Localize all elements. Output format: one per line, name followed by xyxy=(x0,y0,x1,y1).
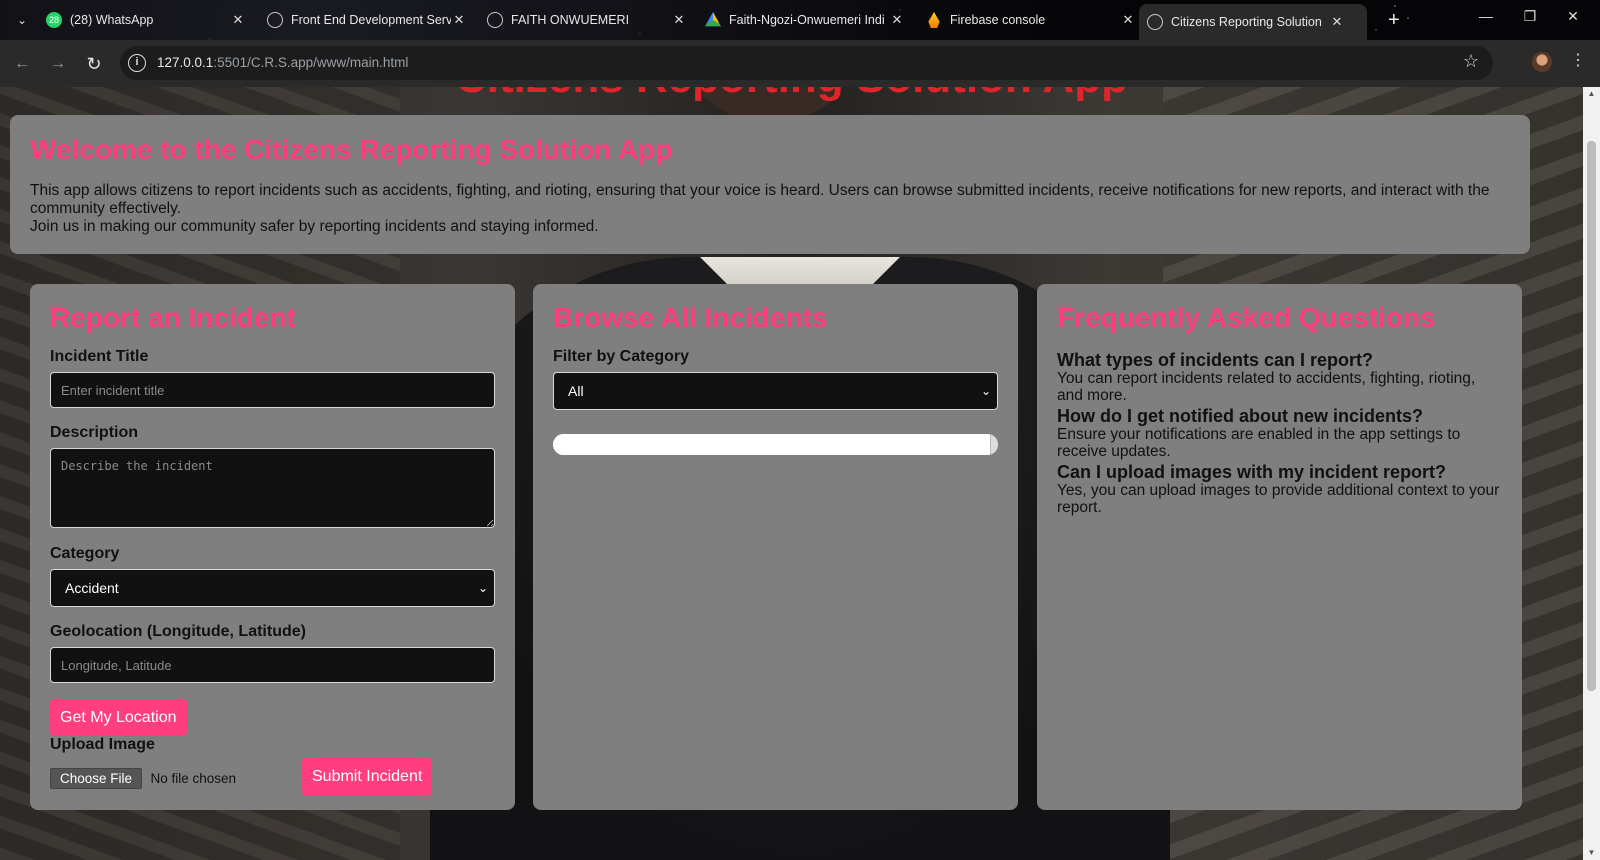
description-textarea[interactable] xyxy=(50,448,495,528)
faq-card: Frequently Asked Questions What types of… xyxy=(1037,284,1522,810)
close-tab-icon[interactable]: ✕ xyxy=(451,12,467,28)
welcome-section: Welcome to the Citizens Reporting Soluti… xyxy=(10,115,1530,254)
choose-file-button[interactable]: Choose File xyxy=(50,768,143,789)
category-selected-value: Accident xyxy=(65,580,119,596)
report-incident-card: Report an Incident Incident Title Descri… xyxy=(30,284,515,810)
new-tab-icon[interactable]: + xyxy=(1388,9,1400,31)
tab-whatsapp[interactable]: 28 (28) WhatsApp ✕ xyxy=(46,8,246,32)
scroll-down-arrow-icon[interactable]: ▼ xyxy=(1583,846,1600,860)
scroll-up-arrow-icon[interactable]: ▲ xyxy=(1583,87,1600,101)
tab-strip: ⌄ 28 (28) WhatsApp ✕ Front End Developme… xyxy=(0,0,1600,40)
bookmark-star-icon[interactable]: ☆ xyxy=(1463,51,1479,72)
browser-toolbar: ← → ↻ i 127.0.0.1:5501/C.R.S.app/www/mai… xyxy=(0,40,1600,87)
upload-row: Choose File No file chosen Submit Incide… xyxy=(50,754,495,795)
address-bar[interactable]: i 127.0.0.1:5501/C.R.S.app/www/main.html… xyxy=(120,46,1493,80)
tab-title: (28) WhatsApp xyxy=(70,13,154,27)
close-tab-icon[interactable]: ✕ xyxy=(1329,14,1345,30)
faq-answer: Ensure your notifications are enabled in… xyxy=(1057,426,1461,460)
incident-title-label: Incident Title xyxy=(50,348,149,365)
globe-icon xyxy=(1147,14,1163,30)
welcome-title: Welcome to the Citizens Reporting Soluti… xyxy=(30,134,673,165)
filter-category-select[interactable]: All ⌄ xyxy=(553,372,998,410)
faq-answer: Yes, you can upload images to provide ad… xyxy=(1057,482,1500,516)
report-title: Report an Incident xyxy=(50,302,296,333)
tab-faith-onwuemeri[interactable]: FAITH ONWUEMERI ✕ xyxy=(487,8,687,32)
tab-title: Faith-Ngozi-Onwuemeri Indi xyxy=(729,13,885,27)
browser-menu-icon[interactable]: ⋮ xyxy=(1570,50,1586,70)
faq-question: Can I upload images with my incident rep… xyxy=(1057,462,1447,482)
restore-icon[interactable]: ❐ xyxy=(1515,8,1545,25)
tab-search-chevron-icon[interactable]: ⌄ xyxy=(12,10,32,30)
browser-chrome: ⌄ 28 (28) WhatsApp ✕ Front End Developme… xyxy=(0,0,1600,87)
tab-google-drive[interactable]: Faith-Ngozi-Onwuemeri Indi ✕ xyxy=(705,8,905,32)
welcome-cta: Join us in making our community safer by… xyxy=(30,218,599,235)
back-icon[interactable]: ← xyxy=(10,52,34,76)
file-input[interactable]: Choose File No file chosen xyxy=(50,768,236,789)
category-select[interactable]: Accident ⌄ xyxy=(50,569,495,607)
faq-title: Frequently Asked Questions xyxy=(1057,302,1436,333)
upload-image-label: Upload Image xyxy=(50,736,155,753)
get-location-button[interactable]: Get My Location xyxy=(50,699,187,736)
chevron-down-icon: ⌄ xyxy=(980,384,991,398)
filter-selected-value: All xyxy=(568,383,584,399)
tab-firebase-console[interactable]: Firebase console ✕ xyxy=(926,8,1136,32)
globe-icon xyxy=(487,12,503,28)
tab-title: Firebase console xyxy=(950,13,1046,27)
minimize-icon[interactable]: — xyxy=(1471,8,1501,24)
page-viewport: Citizens Reporting Solution App Welcome … xyxy=(0,87,1583,860)
site-info-icon[interactable]: i xyxy=(128,54,146,72)
tab-citizens-reporting[interactable]: Citizens Reporting Solution ✕ xyxy=(1139,4,1367,40)
forward-icon[interactable]: → xyxy=(46,52,70,76)
faq-answer: You can report incidents related to acci… xyxy=(1057,370,1476,404)
chevron-down-icon: ⌄ xyxy=(477,581,488,595)
close-tab-icon[interactable]: ✕ xyxy=(671,12,687,28)
close-window-icon[interactable]: ✕ xyxy=(1558,8,1588,25)
faq-item: How do I get notified about new incident… xyxy=(1057,406,1502,460)
page-scrollbar[interactable]: ▲ ▼ xyxy=(1583,87,1600,860)
url-text[interactable]: 127.0.0.1:5501/C.R.S.app/www/main.html xyxy=(157,55,408,70)
browse-title: Browse All Incidents xyxy=(553,302,828,333)
loading-bar-track xyxy=(990,434,998,455)
google-drive-icon xyxy=(705,12,721,27)
tab-title: Citizens Reporting Solution xyxy=(1171,15,1322,29)
close-tab-icon[interactable]: ✕ xyxy=(889,12,905,28)
whatsapp-icon: 28 xyxy=(46,12,62,28)
category-label: Category xyxy=(50,545,120,562)
tab-title: Front End Development Serv xyxy=(291,13,451,27)
close-tab-icon[interactable]: ✕ xyxy=(230,12,246,28)
firebase-icon xyxy=(928,12,940,28)
no-file-chosen-text: No file chosen xyxy=(150,771,237,786)
browse-incidents-card: Browse All Incidents Filter by Category … xyxy=(533,284,1018,810)
page-header-title: Citizens Reporting Solution App xyxy=(0,87,1583,103)
description-label: Description xyxy=(50,424,139,441)
faq-item: Can I upload images with my incident rep… xyxy=(1057,462,1502,516)
profile-avatar[interactable] xyxy=(1532,52,1552,72)
filter-category-label: Filter by Category xyxy=(553,348,690,365)
geolocation-label: Geolocation (Longitude, Latitude) xyxy=(50,623,306,640)
faq-question: What types of incidents can I report? xyxy=(1057,350,1374,370)
submit-incident-button[interactable]: Submit Incident xyxy=(302,758,433,795)
faq-question: How do I get notified about new incident… xyxy=(1057,406,1423,426)
welcome-description: This app allows citizens to report incid… xyxy=(30,182,1490,217)
close-tab-icon[interactable]: ✕ xyxy=(1120,12,1136,28)
incident-title-input[interactable] xyxy=(50,372,495,408)
incidents-loading-bar xyxy=(553,434,998,455)
reload-icon[interactable]: ↻ xyxy=(82,52,106,76)
scrollbar-thumb[interactable] xyxy=(1587,141,1596,691)
tab-title: FAITH ONWUEMERI xyxy=(511,13,630,27)
loading-bar-fill xyxy=(553,434,990,455)
geolocation-input[interactable] xyxy=(50,647,495,683)
openai-icon xyxy=(267,12,283,28)
faq-item: What types of incidents can I report? Yo… xyxy=(1057,350,1502,404)
tab-front-end-development[interactable]: Front End Development Serv ✕ xyxy=(267,8,467,32)
